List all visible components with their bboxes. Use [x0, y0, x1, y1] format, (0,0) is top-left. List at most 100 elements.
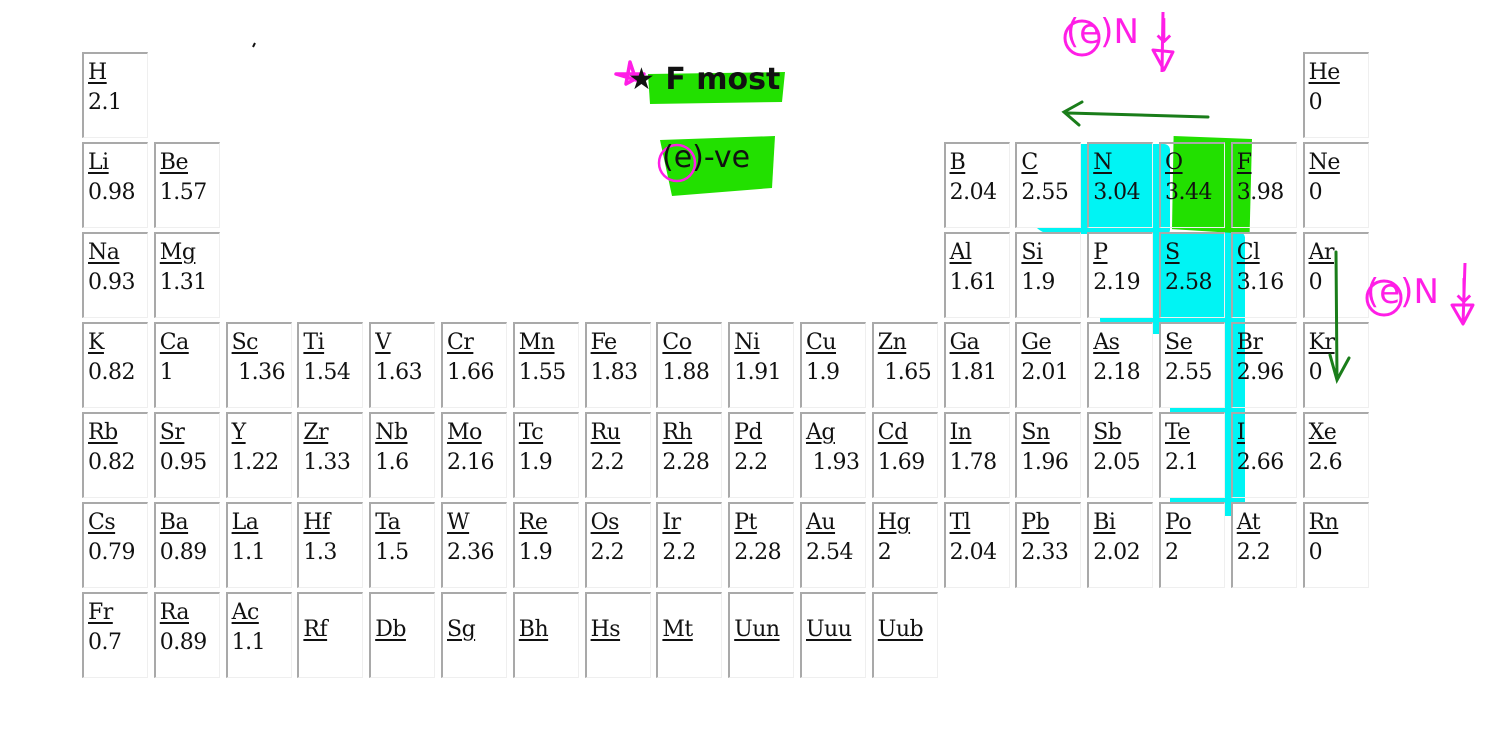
element-symbol-link[interactable]: Te — [1165, 418, 1191, 448]
element-symbol-link[interactable]: Si — [1021, 238, 1043, 268]
element-symbol-link[interactable]: Db — [375, 615, 406, 645]
element-symbol-link[interactable]: Mg — [160, 238, 196, 268]
down-arrow-icon-top — [1151, 11, 1175, 73]
element-symbol-link[interactable]: Hs — [591, 615, 621, 645]
element-symbol-link[interactable]: Ru — [591, 418, 621, 448]
element-cell-pt: Pt 2.28 — [728, 502, 795, 588]
element-cell-he: He 0 — [1302, 52, 1369, 138]
element-symbol-link[interactable]: Rb — [88, 418, 118, 448]
element-symbol-link[interactable]: Ta — [375, 508, 401, 538]
element-symbol-link[interactable]: Fr — [88, 598, 113, 628]
element-symbol-link[interactable]: Cd — [878, 418, 908, 448]
element-symbol-link[interactable]: B — [950, 148, 966, 178]
element-cell-p: P 2.19 — [1087, 232, 1154, 318]
element-symbol-link[interactable]: Tl — [950, 508, 971, 538]
element-symbol-link[interactable]: La — [232, 508, 259, 538]
element-symbol-link[interactable]: Mn — [519, 328, 555, 358]
element-symbol-link[interactable]: I — [1237, 418, 1246, 448]
electronegativity-value: 2.28 — [662, 450, 710, 475]
element-symbol-link[interactable]: Br — [1237, 328, 1263, 358]
element-symbol-link[interactable]: Zn — [878, 328, 907, 358]
electronegativity-value: 0.98 — [88, 180, 135, 205]
element-symbol-link[interactable]: Cl — [1237, 238, 1260, 268]
electronegativity-value: 2 — [877, 540, 892, 565]
element-symbol-link[interactable]: Nb — [375, 418, 408, 448]
element-symbol-link[interactable]: Rf — [303, 615, 327, 645]
element-symbol-link[interactable]: P — [1093, 238, 1108, 268]
element-symbol-link[interactable]: Sr — [160, 418, 185, 448]
element-symbol-link[interactable]: V — [375, 328, 391, 358]
element-symbol-link[interactable]: Ti — [303, 328, 324, 358]
element-symbol-link[interactable]: He — [1309, 58, 1341, 88]
element-symbol-link[interactable]: O — [1165, 148, 1183, 178]
element-symbol-link[interactable]: N — [1093, 148, 1112, 178]
element-symbol-link[interactable]: Re — [519, 508, 548, 538]
element-symbol-link[interactable]: Uuu — [806, 615, 852, 645]
electronegativity-value: 1.65 — [877, 360, 932, 385]
element-symbol-link[interactable]: Zr — [303, 418, 328, 448]
element-symbol-link[interactable]: Pb — [1021, 508, 1049, 538]
element-symbol-link[interactable]: In — [950, 418, 972, 448]
element-symbol-link[interactable]: Ag — [806, 418, 835, 448]
element-symbol-link[interactable]: Ra — [160, 598, 190, 628]
element-symbol-link[interactable]: Pd — [734, 418, 762, 448]
element-symbol-link[interactable]: Po — [1165, 508, 1192, 538]
element-symbol-link[interactable]: F — [1237, 148, 1252, 178]
element-symbol-link[interactable]: Fe — [591, 328, 618, 358]
element-symbol-link[interactable]: Li — [88, 148, 109, 178]
element-symbol-link[interactable]: Tc — [519, 418, 544, 448]
element-symbol-link[interactable]: Y — [232, 418, 247, 448]
element-symbol-link[interactable]: Rh — [662, 418, 692, 448]
element-symbol-link[interactable]: Sg — [447, 615, 476, 645]
element-symbol-link[interactable]: Ge — [1021, 328, 1051, 358]
element-symbol-link[interactable]: H — [88, 58, 107, 88]
element-symbol-link[interactable]: At — [1237, 508, 1261, 538]
element-symbol-link[interactable]: Hg — [878, 508, 911, 538]
element-symbol-link[interactable]: Kr — [1309, 328, 1335, 358]
element-symbol-link[interactable]: Mt — [662, 615, 693, 645]
element-symbol-link[interactable]: Cs — [88, 508, 116, 538]
element-symbol-link[interactable]: Rn — [1309, 508, 1339, 538]
element-symbol-link[interactable]: Hf — [303, 508, 330, 538]
element-symbol-link[interactable]: Xe — [1309, 418, 1337, 448]
note-line-2: (e)-ve — [662, 140, 751, 175]
element-symbol-link[interactable]: Co — [662, 328, 692, 358]
element-cell-ar: Ar 0 — [1302, 232, 1369, 318]
element-symbol-link[interactable]: Bh — [519, 615, 549, 645]
element-symbol-link[interactable]: Na — [88, 238, 120, 268]
element-symbol-link[interactable]: Ni — [734, 328, 760, 358]
electronegativity-value: 2.1 — [88, 90, 122, 115]
element-symbol-link[interactable]: Uub — [878, 615, 924, 645]
element-symbol-link[interactable]: Ac — [232, 598, 260, 628]
element-symbol-link[interactable]: Cr — [447, 328, 474, 358]
note-highlight-2 — [660, 136, 775, 196]
element-symbol-link[interactable]: K — [88, 328, 104, 358]
element-symbol-link[interactable]: Au — [806, 508, 836, 538]
element-symbol-link[interactable]: Ne — [1309, 148, 1341, 178]
element-symbol-link[interactable]: Ir — [662, 508, 681, 538]
element-symbol-link[interactable]: Sc — [232, 328, 259, 358]
element-symbol-link[interactable]: Sb — [1093, 418, 1122, 448]
element-cell-ru: Ru 2.2 — [584, 412, 651, 498]
element-symbol-link[interactable]: Al — [950, 238, 972, 268]
element-symbol-link[interactable]: As — [1093, 328, 1120, 358]
element-symbol-link[interactable]: Mo — [447, 418, 482, 448]
element-symbol-link[interactable]: Se — [1165, 328, 1193, 358]
element-symbol-link[interactable]: Sn — [1021, 418, 1050, 448]
element-symbol-link[interactable]: Be — [160, 148, 189, 178]
electronegativity-value: 1.33 — [303, 450, 351, 475]
element-symbol-link[interactable]: S — [1165, 238, 1180, 268]
element-symbol-link[interactable]: Os — [591, 508, 620, 538]
element-symbol-link[interactable]: Ca — [160, 328, 189, 358]
element-symbol-link[interactable]: Ar — [1309, 238, 1335, 268]
element-symbol-link[interactable]: Cu — [806, 328, 837, 358]
element-cell-db: Db — [369, 592, 436, 678]
element-symbol-link[interactable]: Pt — [734, 508, 757, 538]
element-cell-cu: Cu 1.9 — [800, 322, 866, 408]
element-symbol-link[interactable]: Ga — [950, 328, 980, 358]
element-symbol-link[interactable]: Bi — [1093, 508, 1116, 538]
element-symbol-link[interactable]: Uun — [734, 615, 780, 645]
element-symbol-link[interactable]: C — [1021, 148, 1038, 178]
element-symbol-link[interactable]: W — [447, 508, 470, 538]
element-symbol-link[interactable]: Ba — [160, 508, 189, 538]
